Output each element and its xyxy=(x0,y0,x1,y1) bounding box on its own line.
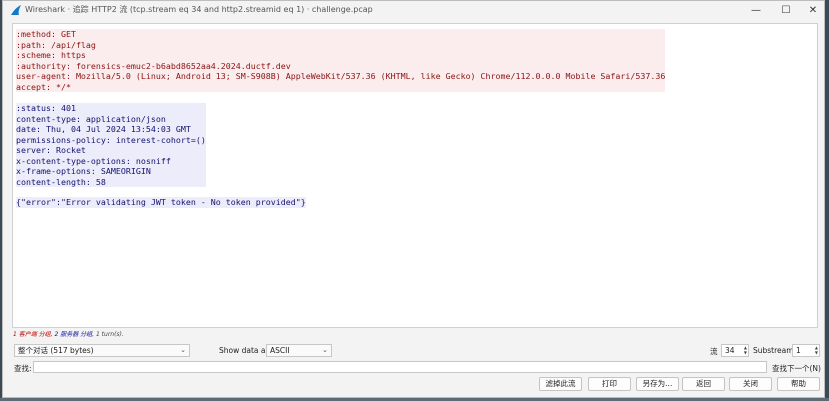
chevron-down-icon: ⌄ xyxy=(180,346,186,354)
back-button[interactable]: 返回 xyxy=(682,377,725,391)
conversation-select-value: 整个对话 (517 bytes) xyxy=(18,346,94,355)
stream-value: 34 xyxy=(725,346,735,355)
request-line: :method: GET xyxy=(16,29,666,40)
find-input[interactable] xyxy=(33,361,767,373)
substream-value: 1 xyxy=(796,346,801,355)
request-line: :path: /api/flag xyxy=(16,39,666,50)
response-body-line: {"error":"Error validating JWT token - N… xyxy=(16,197,306,208)
close-window-button[interactable]: ✕ xyxy=(799,1,827,19)
maximize-icon: ☐ xyxy=(781,4,791,16)
server-packets: 2 服务器 分组 xyxy=(54,331,93,338)
chevron-down-icon: ⌄ xyxy=(322,346,328,354)
response-line: content-type: application/json xyxy=(16,113,206,124)
substream-spinbox[interactable]: 1 ▲ ▼ xyxy=(792,344,820,357)
close-button[interactable]: 关闭 xyxy=(729,377,772,391)
response-line: x-frame-options: SAMEORIGIN xyxy=(16,166,206,177)
minimize-icon: — xyxy=(751,4,761,16)
print-button[interactable]: 打印 xyxy=(588,377,631,391)
request-line: :scheme: https xyxy=(16,50,666,61)
spin-arrows-icon[interactable]: ▲ ▼ xyxy=(744,345,747,355)
stream-label: 流 xyxy=(710,347,718,356)
response-body: {"error":"Error validating JWT token - N… xyxy=(16,197,306,208)
response-headers: :status: 401 content-type: application/j… xyxy=(16,103,206,187)
stream-content[interactable]: :method: GET :path: /api/flag :scheme: h… xyxy=(12,23,818,328)
substream-label: Substream xyxy=(753,346,794,355)
help-button[interactable]: 帮助 xyxy=(777,377,820,391)
show-data-label: Show data as xyxy=(219,346,270,355)
turn-count: 1 turn(s). xyxy=(95,331,124,338)
response-line: permissions-policy: interest-cohort=() xyxy=(16,134,206,145)
response-line: :status: 401 xyxy=(16,103,206,114)
response-line: x-content-type-options: nosniff xyxy=(16,155,206,166)
spin-arrows-icon[interactable]: ▲ ▼ xyxy=(815,345,818,355)
request-line: user-agent: Mozilla/5.0 (Linux; Android … xyxy=(16,71,666,82)
response-line: server: Rocket xyxy=(16,145,206,156)
find-next-button[interactable]: 查找下一个(N) xyxy=(772,363,821,374)
title-bar: Wireshark · 追踪 HTTP2 流 (tcp.stream eq 34… xyxy=(3,1,824,19)
conversation-select[interactable]: 整个对话 (517 bytes) ⌄ xyxy=(14,344,190,357)
find-label: 查找: xyxy=(14,364,32,373)
response-line: content-length: 58 xyxy=(16,176,206,187)
filter-out-button[interactable]: 滤掉此流 xyxy=(539,377,582,391)
client-packets: 1 客户端 分组 xyxy=(13,331,51,338)
maximize-button[interactable]: ☐ xyxy=(772,1,800,19)
request-line: :authority: forensics-emuc2-b6abd8652aa4… xyxy=(16,60,666,71)
response-line: date: Thu, 04 Jul 2024 13:54:03 GMT xyxy=(16,124,206,135)
packet-summary: 1 客户端 分组, 2 服务器 分组, 1 turn(s). xyxy=(13,331,124,338)
minimize-button[interactable]: — xyxy=(742,1,770,19)
wireshark-fin-icon xyxy=(11,5,21,15)
window-title: Wireshark · 追踪 HTTP2 流 (tcp.stream eq 34… xyxy=(25,5,373,14)
save-as-button[interactable]: 另存为... xyxy=(636,377,679,391)
show-data-select[interactable]: ASCII ⌄ xyxy=(266,344,332,357)
close-icon: ✕ xyxy=(808,4,818,16)
stream-spinbox[interactable]: 34 ▲ ▼ xyxy=(721,344,749,357)
show-data-value: ASCII xyxy=(270,346,290,355)
request-headers: :method: GET :path: /api/flag :scheme: h… xyxy=(16,29,666,92)
request-line: accept: */* xyxy=(16,81,666,92)
follow-stream-window: Wireshark · 追踪 HTTP2 流 (tcp.stream eq 34… xyxy=(2,0,825,398)
